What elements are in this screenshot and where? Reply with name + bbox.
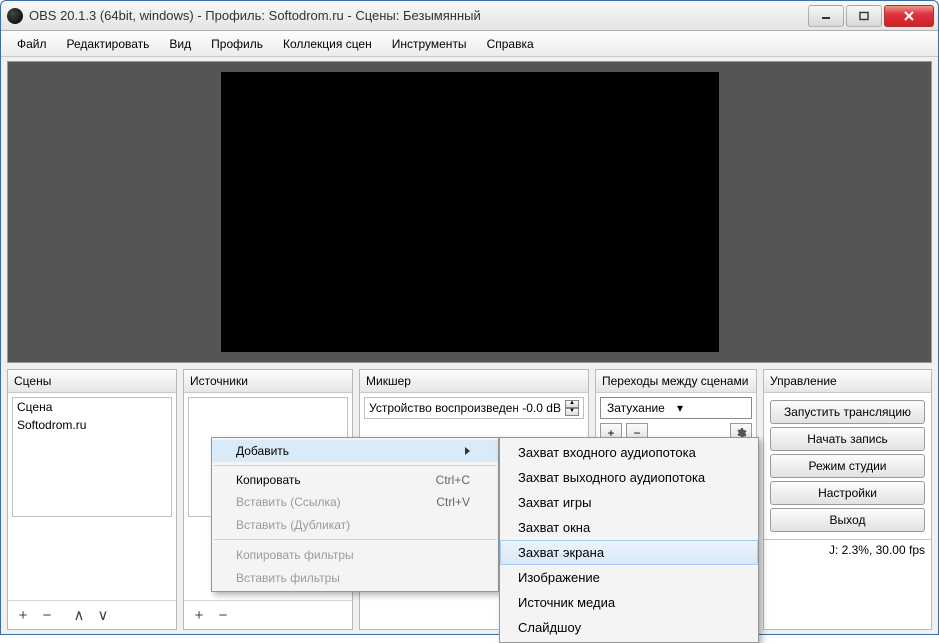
move-down-button[interactable]: ∨: [92, 605, 114, 625]
menu-Справка[interactable]: Справка: [477, 33, 544, 55]
window-title: OBS 20.1.3 (64bit, windows) - Профиль: S…: [29, 8, 808, 23]
sources-context-menu: Добавить КопироватьCtrl+CВставить (Ссылк…: [211, 437, 499, 592]
transition-select[interactable]: Затухание ▾: [600, 397, 752, 419]
menu-Профиль[interactable]: Профиль: [201, 33, 273, 55]
status-line: J: 2.3%, 30.00 fps: [764, 539, 931, 560]
scene-item[interactable]: Softodrom.ru: [13, 416, 171, 434]
context-menu-item: Вставить фильтры: [212, 566, 498, 589]
menu-Редактировать[interactable]: Редактировать: [57, 33, 160, 55]
add-source-item[interactable]: Захват входного аудиопотока: [500, 440, 758, 465]
mixer-device-name: Устройство воспроизведени: [369, 401, 518, 415]
preview-canvas[interactable]: [221, 72, 719, 352]
add-source-item[interactable]: Захват экрана: [500, 540, 758, 565]
menu-Инструменты[interactable]: Инструменты: [382, 33, 477, 55]
sources-toolbar: + −: [184, 600, 352, 629]
add-source-item[interactable]: Захват выходного аудиопотока: [500, 465, 758, 490]
obs-logo-icon: [7, 8, 23, 24]
control-button[interactable]: Выход: [770, 508, 925, 532]
titlebar[interactable]: OBS 20.1.3 (64bit, windows) - Профиль: S…: [1, 1, 938, 31]
add-source-item[interactable]: Захват окна: [500, 515, 758, 540]
mixer-row[interactable]: Устройство воспроизведени -0.0 dB ▲▼: [364, 397, 584, 419]
remove-scene-button[interactable]: −: [36, 605, 58, 625]
control-button[interactable]: Настройки: [770, 481, 925, 505]
menu-Файл[interactable]: Файл: [7, 33, 57, 55]
menu-Коллекция сцен[interactable]: Коллекция сцен: [273, 33, 382, 55]
scenes-panel: Сцены СценаSoftodrom.ru + − ∧ ∨: [7, 369, 177, 630]
add-source-button[interactable]: +: [188, 605, 210, 625]
context-menu-item: Вставить (Дубликат): [212, 513, 498, 536]
controls-panel: Управление Запустить трансляцию Начать за…: [763, 369, 932, 630]
control-button[interactable]: Начать запись: [770, 427, 925, 451]
add-source-item[interactable]: Захват игры: [500, 490, 758, 515]
control-button[interactable]: Запустить трансляцию: [770, 400, 925, 424]
add-source-item[interactable]: Изображение: [500, 565, 758, 590]
control-button[interactable]: Режим студии: [770, 454, 925, 478]
move-up-button[interactable]: ∧: [68, 605, 90, 625]
scenes-toolbar: + − ∧ ∨: [8, 600, 176, 629]
scenes-list[interactable]: СценаSoftodrom.ru: [12, 397, 172, 517]
scenes-panel-title: Сцены: [8, 370, 176, 393]
minimize-button[interactable]: [808, 5, 844, 27]
add-source-item[interactable]: Источник медиа: [500, 590, 758, 615]
close-button[interactable]: [884, 5, 934, 27]
mixer-db-value: -0.0 dB: [522, 401, 561, 415]
window-controls: [808, 5, 934, 27]
menubar: ФайлРедактироватьВидПрофильКоллекция сце…: [1, 31, 938, 57]
menu-item-add[interactable]: Добавить: [212, 440, 498, 462]
mixer-panel-title: Микшер: [360, 370, 588, 393]
context-menu-item: Вставить (Ссылка)Ctrl+V: [212, 491, 498, 513]
maximize-button[interactable]: [846, 5, 882, 27]
mixer-db-spinner[interactable]: ▲▼: [565, 400, 579, 416]
transition-selected: Затухание: [607, 401, 677, 415]
add-source-item[interactable]: Слайдшоу: [500, 615, 758, 640]
dropdown-icon: ▾: [677, 401, 747, 415]
transitions-panel-title: Переходы между сценами: [596, 370, 756, 393]
remove-source-button[interactable]: −: [212, 605, 234, 625]
preview-area[interactable]: [7, 61, 932, 363]
controls-panel-title: Управление: [764, 370, 931, 393]
add-scene-button[interactable]: +: [12, 605, 34, 625]
add-source-submenu: Захват входного аудиопотокаЗахват выходн…: [499, 437, 759, 643]
context-menu-item: Копировать фильтры: [212, 543, 498, 566]
context-menu-item[interactable]: КопироватьCtrl+C: [212, 469, 498, 491]
menu-Вид[interactable]: Вид: [159, 33, 201, 55]
sources-panel-title: Источники: [184, 370, 352, 393]
scene-item[interactable]: Сцена: [13, 398, 171, 416]
